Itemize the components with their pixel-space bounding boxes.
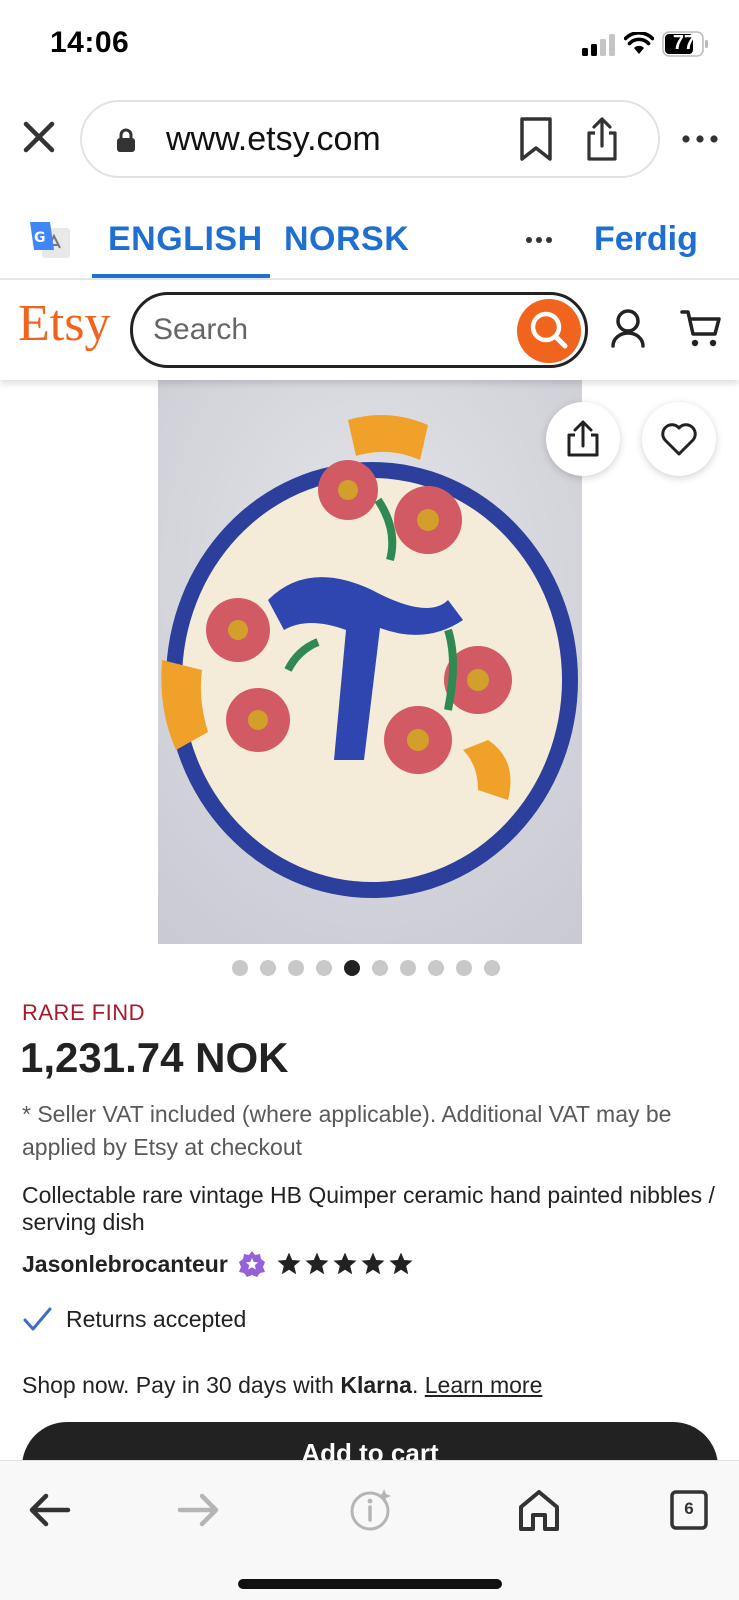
- browser-toolbar: 6: [0, 1460, 739, 1600]
- share-product-button[interactable]: [546, 402, 620, 476]
- klarna-brand: Klarna: [340, 1372, 412, 1398]
- cart-icon[interactable]: [680, 308, 722, 348]
- returns-text: Returns accepted: [66, 1305, 247, 1332]
- gallery-dot[interactable]: [400, 960, 416, 976]
- gallery-dot[interactable]: [428, 960, 444, 976]
- bookmark-icon[interactable]: [518, 116, 554, 162]
- star-icon: [361, 1252, 385, 1275]
- gallery-dot[interactable]: [316, 960, 332, 976]
- wifi-icon: [624, 32, 654, 54]
- klarna-prefix: Shop now. Pay in 30 days with: [22, 1372, 341, 1398]
- rare-find-badge: RARE FIND: [22, 1000, 146, 1025]
- star-icon: [333, 1252, 357, 1275]
- product-title: Collectable rare vintage HB Quimper cera…: [22, 1182, 715, 1235]
- share-icon: [567, 420, 599, 457]
- done-button[interactable]: Ferdig: [594, 220, 698, 259]
- translate-bar: G ENGLISH NORSK Ferdig: [0, 196, 739, 280]
- favorite-button[interactable]: [642, 402, 716, 476]
- gallery-dots: [232, 960, 500, 976]
- tab-english[interactable]: ENGLISH: [108, 220, 263, 259]
- tabs-button[interactable]: 6: [664, 1487, 714, 1533]
- url-text[interactable]: www.etsy.com: [166, 120, 381, 159]
- tabs-count: 6: [684, 1499, 694, 1518]
- vat-note: * Seller VAT included (where applicable)…: [22, 1101, 672, 1160]
- check-icon: [23, 1307, 52, 1331]
- etsy-header: Etsy: [0, 280, 739, 380]
- selected-tab-indicator: [92, 274, 270, 278]
- heart-icon: [661, 423, 697, 456]
- star-icon: [305, 1252, 329, 1275]
- search-icon: [530, 311, 568, 349]
- address-bar[interactable]: www.etsy.com: [80, 100, 660, 178]
- svg-text:G: G: [34, 230, 46, 246]
- tab-norsk[interactable]: NORSK: [284, 220, 409, 259]
- close-icon[interactable]: [22, 120, 56, 154]
- star-icon: [389, 1252, 413, 1275]
- etsy-logo[interactable]: Etsy: [18, 294, 110, 353]
- gallery-dot[interactable]: [372, 960, 388, 976]
- status-bar: 14:06 77: [0, 0, 739, 90]
- price: 1,231.74 NOK: [20, 1034, 289, 1081]
- gallery-dot[interactable]: [344, 960, 360, 976]
- home-indicator: [238, 1579, 502, 1589]
- klarna-line: Shop now. Pay in 30 days with Klarna. Le…: [22, 1372, 542, 1399]
- home-icon[interactable]: [514, 1487, 564, 1533]
- more-icon[interactable]: [680, 124, 720, 154]
- lock-icon: [117, 128, 135, 152]
- gallery-dot[interactable]: [288, 960, 304, 976]
- learn-more-link[interactable]: Learn more: [425, 1372, 543, 1398]
- back-icon[interactable]: [24, 1487, 74, 1533]
- gallery-dot[interactable]: [484, 960, 500, 976]
- gallery-dot[interactable]: [232, 960, 248, 976]
- page-info-icon[interactable]: [346, 1487, 396, 1533]
- forward-icon[interactable]: [174, 1487, 224, 1533]
- status-time: 14:06: [50, 26, 130, 59]
- returns-row: Returns accepted: [22, 1304, 246, 1334]
- search-box[interactable]: [130, 292, 588, 368]
- google-translate-icon: G: [30, 222, 70, 258]
- translate-more-icon[interactable]: [524, 230, 554, 250]
- product-image[interactable]: [158, 380, 582, 944]
- battery-level: 77: [672, 32, 696, 54]
- search-input[interactable]: [153, 305, 493, 355]
- search-button[interactable]: [517, 299, 581, 363]
- star-icon: [277, 1252, 301, 1275]
- gallery-dot[interactable]: [456, 960, 472, 976]
- gallery-dot[interactable]: [260, 960, 276, 976]
- star-seller-icon: [238, 1251, 265, 1277]
- share-icon[interactable]: [584, 116, 620, 162]
- account-icon[interactable]: [610, 308, 646, 348]
- klarna-suffix: .: [411, 1372, 425, 1398]
- cellular-signal-icon: [582, 34, 615, 56]
- rating-stars: [276, 1251, 414, 1277]
- seller-row: Jasonlebrocanteur: [22, 1248, 414, 1280]
- seller-name[interactable]: Jasonlebrocanteur: [22, 1251, 228, 1278]
